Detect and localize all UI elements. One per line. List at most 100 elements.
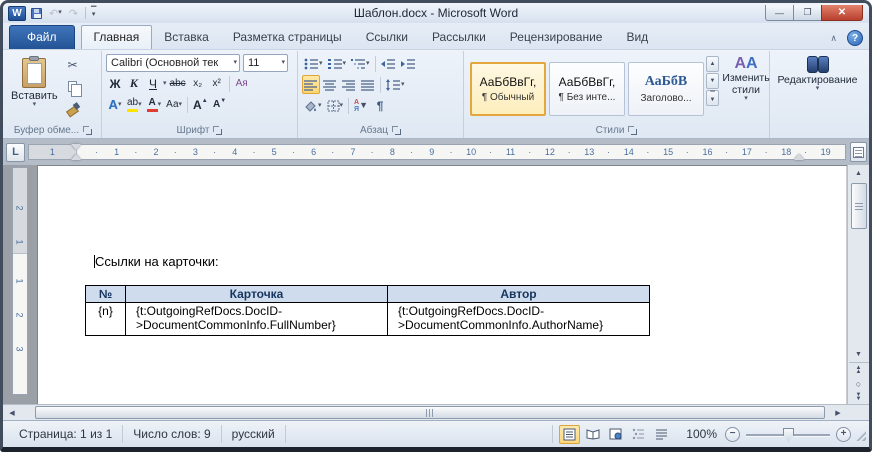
header-card[interactable]: Карточка	[126, 286, 388, 303]
underline-button[interactable]: Ч	[144, 74, 162, 93]
scroll-left-button[interactable]: ◀	[3, 405, 21, 420]
header-number[interactable]: №	[86, 286, 126, 303]
align-left-button[interactable]	[302, 75, 320, 94]
underline-dropdown-icon[interactable]: ▾	[163, 81, 167, 87]
document-page[interactable]: Ссылки на карточки: № Карточка Автор {n}…	[37, 165, 847, 404]
hanging-indent-marker[interactable]	[71, 149, 81, 160]
shading-button[interactable]: ▾	[302, 96, 324, 115]
tab-insert[interactable]: Вставка	[152, 26, 221, 49]
select-browse-object-button[interactable]: ○	[849, 377, 869, 390]
vertical-ruler[interactable]: 21 123	[12, 167, 28, 395]
decrease-indent-button[interactable]	[379, 54, 398, 73]
vertical-scrollbar[interactable]: ▲ ▼ ▲▲ ○ ▼▼	[847, 165, 869, 404]
clear-formatting-button[interactable]: Ая	[233, 74, 251, 93]
cell-card[interactable]: {t:OutgoingRefDocs.DocID->DocumentCommon…	[126, 303, 388, 336]
vscroll-thumb[interactable]	[851, 183, 867, 229]
tab-page-layout[interactable]: Разметка страницы	[221, 26, 354, 49]
zoom-slider-handle[interactable]	[783, 428, 794, 442]
highlight-button[interactable]: ab ▾	[125, 95, 144, 114]
ruler-toggle-button[interactable]	[850, 142, 867, 162]
styles-dialog-launcher[interactable]	[628, 126, 637, 135]
language-indicator[interactable]: русский	[222, 425, 286, 443]
tab-file[interactable]: Файл	[9, 25, 75, 49]
help-button[interactable]: ?	[847, 30, 863, 46]
outline-view-button[interactable]	[628, 425, 649, 444]
vscroll-track[interactable]	[849, 181, 869, 346]
next-page-button[interactable]: ▼▼	[849, 390, 869, 404]
print-layout-view-button[interactable]	[559, 425, 580, 444]
format-painter-button[interactable]	[63, 99, 83, 118]
tab-stop-selector[interactable]: L	[6, 143, 25, 162]
cell-author[interactable]: {t:OutgoingRefDocs.DocID->DocumentCommon…	[388, 303, 650, 336]
subscript-button[interactable]: x₂	[189, 74, 207, 93]
zoom-slider[interactable]	[746, 427, 830, 442]
tab-home[interactable]: Главная	[81, 25, 153, 49]
borders-button[interactable]: ▾	[325, 96, 346, 115]
cut-button[interactable]: ✂	[63, 55, 83, 74]
paste-button[interactable]: Вставить ▾	[7, 53, 62, 123]
hscroll-thumb[interactable]	[35, 406, 825, 419]
zoom-out-button[interactable]: −	[725, 427, 740, 442]
horizontal-scrollbar[interactable]: ◀ ▶	[3, 404, 869, 420]
web-layout-view-button[interactable]	[605, 425, 626, 444]
style-item-2[interactable]: АаБбВЗаголово...	[628, 62, 704, 116]
justify-button[interactable]	[359, 75, 377, 94]
bold-button[interactable]: Ж	[106, 74, 124, 93]
intro-paragraph[interactable]: Ссылки на карточки:	[94, 254, 847, 269]
italic-button[interactable]: К	[125, 74, 143, 93]
show-marks-button[interactable]: ¶	[371, 96, 389, 115]
tab-review[interactable]: Рецензирование	[498, 26, 615, 49]
close-button[interactable]: ✕	[821, 5, 863, 21]
style-item-1[interactable]: АаБбВвГг,¶ Без инте...	[549, 62, 625, 116]
references-table[interactable]: № Карточка Автор {n} {t:OutgoingRefDocs.…	[85, 285, 650, 336]
text-effects-button[interactable]: А▾	[106, 95, 124, 114]
line-spacing-button[interactable]: ▾	[384, 75, 407, 94]
superscript-button[interactable]: x²	[208, 74, 226, 93]
tab-mailings[interactable]: Рассылки	[420, 26, 498, 49]
hscroll-track[interactable]	[21, 405, 829, 420]
scroll-down-button[interactable]: ▼	[849, 346, 869, 362]
scroll-up-button[interactable]: ▲	[849, 165, 869, 181]
font-dialog-launcher[interactable]	[213, 126, 222, 135]
strikethrough-button[interactable]: abc	[168, 74, 188, 93]
align-right-button[interactable]	[340, 75, 358, 94]
gallery-more-button[interactable]: ▔▼	[706, 90, 719, 106]
horizontal-ruler[interactable]: 1 12345678910111213141516171819	[28, 144, 846, 160]
copy-button[interactable]	[63, 77, 83, 96]
minimize-button[interactable]: —	[765, 5, 794, 21]
minimize-ribbon-button[interactable]: ∧	[826, 32, 841, 45]
sort-button[interactable]: АЯ ▼	[352, 96, 370, 115]
maximize-button[interactable]: ❐	[794, 5, 821, 21]
style-item-0[interactable]: АаБбВвГг,¶ Обычный	[470, 62, 546, 116]
cell-number[interactable]: {n}	[86, 303, 126, 336]
grow-font-button[interactable]: А▲	[191, 95, 210, 114]
shrink-font-button[interactable]: А▼	[211, 95, 229, 114]
scroll-right-button[interactable]: ▶	[829, 405, 847, 420]
previous-page-button[interactable]: ▲▲	[849, 363, 869, 377]
gallery-up-button[interactable]: ▲	[706, 56, 719, 72]
resize-grip[interactable]	[851, 425, 867, 443]
bullets-button[interactable]: ▾	[302, 54, 325, 73]
reading-view-button[interactable]	[582, 425, 603, 444]
zoom-in-button[interactable]: +	[836, 427, 851, 442]
numbering-button[interactable]: ▾	[326, 54, 349, 73]
font-size-combo[interactable]: 11▾	[243, 54, 288, 72]
page-indicator[interactable]: Страница: 1 из 1	[9, 425, 123, 443]
align-center-button[interactable]	[321, 75, 339, 94]
multilevel-list-button[interactable]: ▾	[349, 54, 372, 73]
gallery-down-button[interactable]: ▼	[706, 73, 719, 89]
editing-button[interactable]: Редактирование ▾	[774, 53, 862, 138]
draft-view-button[interactable]	[651, 425, 672, 444]
paragraph-dialog-launcher[interactable]	[392, 126, 401, 135]
header-author[interactable]: Автор	[388, 286, 650, 303]
change-styles-button[interactable]: АА Изменить стили ▾	[719, 53, 773, 123]
tab-references[interactable]: Ссылки	[354, 26, 420, 49]
font-color-button[interactable]: А ▾	[145, 95, 164, 114]
tab-view[interactable]: Вид	[614, 26, 660, 49]
change-case-button[interactable]: Аа▾	[164, 95, 184, 114]
zoom-level[interactable]: 100%	[678, 427, 725, 441]
increase-indent-button[interactable]	[399, 54, 418, 73]
clipboard-dialog-launcher[interactable]	[83, 126, 92, 135]
font-name-combo[interactable]: Calibri (Основной тек▾	[106, 54, 240, 72]
word-count[interactable]: Число слов: 9	[123, 425, 221, 443]
